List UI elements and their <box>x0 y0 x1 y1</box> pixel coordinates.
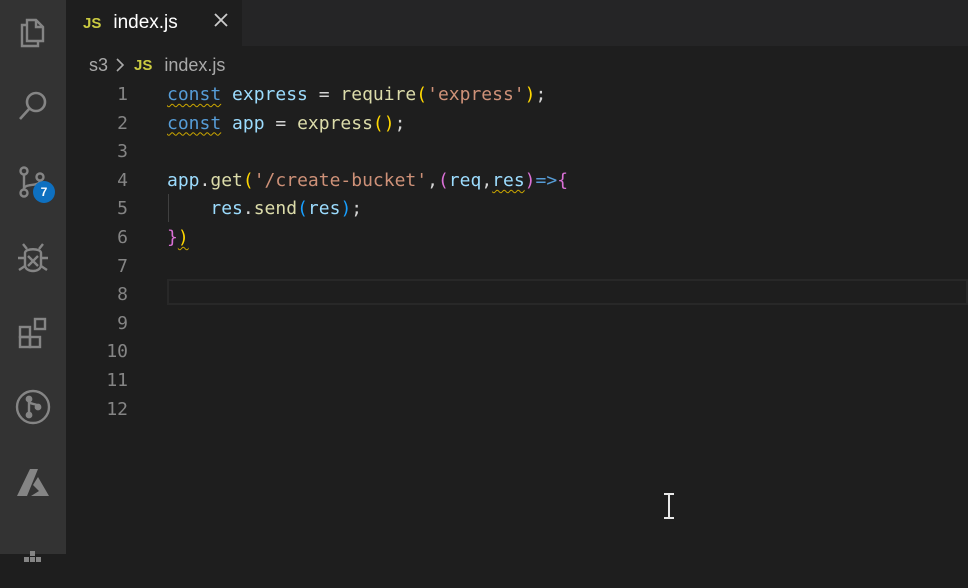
code-line[interactable]: const app = express(); <box>167 110 405 139</box>
tab-bar: JS index.js <box>66 0 968 46</box>
code-token: get <box>210 169 243 191</box>
code-token: '/create-bucket' <box>253 169 428 191</box>
code-token: app <box>232 112 265 134</box>
tab-title: index.js <box>113 12 178 33</box>
azure-icon[interactable] <box>0 452 66 512</box>
code-line[interactable]: res.send(res); <box>167 195 362 224</box>
line-number: 3 <box>117 141 128 163</box>
code-token: , <box>427 169 438 191</box>
line-number: 8 <box>117 284 128 306</box>
extensions-icon[interactable] <box>0 302 66 362</box>
code-line[interactable]: }) <box>167 224 189 253</box>
js-file-icon: JS <box>83 14 102 32</box>
code-token: ( <box>297 198 308 220</box>
code-token: } <box>167 227 178 248</box>
code-token: = <box>264 112 298 134</box>
line-number: 4 <box>117 169 128 191</box>
code-token: req <box>448 169 482 191</box>
chevron-right-icon <box>116 58 125 72</box>
code-token: res <box>210 198 243 220</box>
code-token: app <box>167 169 200 191</box>
code-token: ) <box>340 198 352 220</box>
code-token: send <box>253 198 298 220</box>
breadcrumb: s3 JS index.js <box>89 52 225 78</box>
code-token: ; <box>535 84 547 105</box>
source-control-icon[interactable]: 7 <box>0 152 66 212</box>
line-number: 7 <box>117 255 128 277</box>
code-token: require <box>340 84 417 105</box>
code-editor[interactable]: 1 2 3 4 5 6 7 8 9 10 11 12 const express = require('… <box>66 80 968 554</box>
code-token: res <box>307 198 341 220</box>
search-icon[interactable] <box>0 76 66 136</box>
code-token: . <box>199 169 211 191</box>
js-file-icon: JS <box>134 56 153 74</box>
code-token: , <box>481 169 493 191</box>
tab-index-js[interactable]: JS index.js <box>66 0 242 46</box>
line-number: 9 <box>117 312 128 334</box>
source-control-badge: 7 <box>33 181 55 203</box>
code-line[interactable]: const express = require('express'); <box>167 81 546 110</box>
code-token: ) <box>524 169 536 191</box>
code-token: express <box>232 84 308 105</box>
close-icon[interactable] <box>211 9 231 31</box>
code-token: 'express' <box>427 84 525 105</box>
line-number: 12 <box>106 398 128 420</box>
line-number: 5 <box>117 198 128 220</box>
code-token: ) <box>177 227 189 248</box>
docker-icon[interactable] <box>0 528 66 588</box>
code-token: . <box>242 198 254 220</box>
code-token: => <box>535 169 558 191</box>
debug-icon[interactable] <box>0 228 66 288</box>
code-token: ( <box>242 169 254 191</box>
code-line[interactable]: app.get('/create-bucket',(req,res)=>{ <box>167 167 568 196</box>
line-number: 1 <box>117 84 128 105</box>
code-token: ( <box>416 84 428 105</box>
breadcrumb-folder[interactable]: s3 <box>89 55 108 76</box>
code-token: ; <box>351 198 363 220</box>
explorer-icon[interactable] <box>0 0 66 60</box>
code-token: const <box>167 112 222 134</box>
git-graph-icon[interactable] <box>0 377 66 437</box>
code-token: const <box>167 84 222 105</box>
line-number: 2 <box>117 112 128 134</box>
code-token: express <box>297 112 373 134</box>
code-token: res <box>492 169 525 191</box>
breadcrumb-file[interactable]: index.js <box>164 55 225 76</box>
current-line-highlight <box>167 279 968 305</box>
text-cursor-icon <box>664 493 674 519</box>
code-token: = <box>307 84 341 105</box>
code-token: ) <box>524 84 536 105</box>
line-number: 6 <box>117 227 128 248</box>
code-token: { <box>557 169 569 191</box>
code-token: () <box>372 112 395 134</box>
line-number: 10 <box>106 341 128 363</box>
activity-bar: 7 <box>0 0 66 562</box>
code-token: ( <box>437 169 449 191</box>
code-token: ; <box>394 112 406 134</box>
line-number: 11 <box>106 370 128 391</box>
